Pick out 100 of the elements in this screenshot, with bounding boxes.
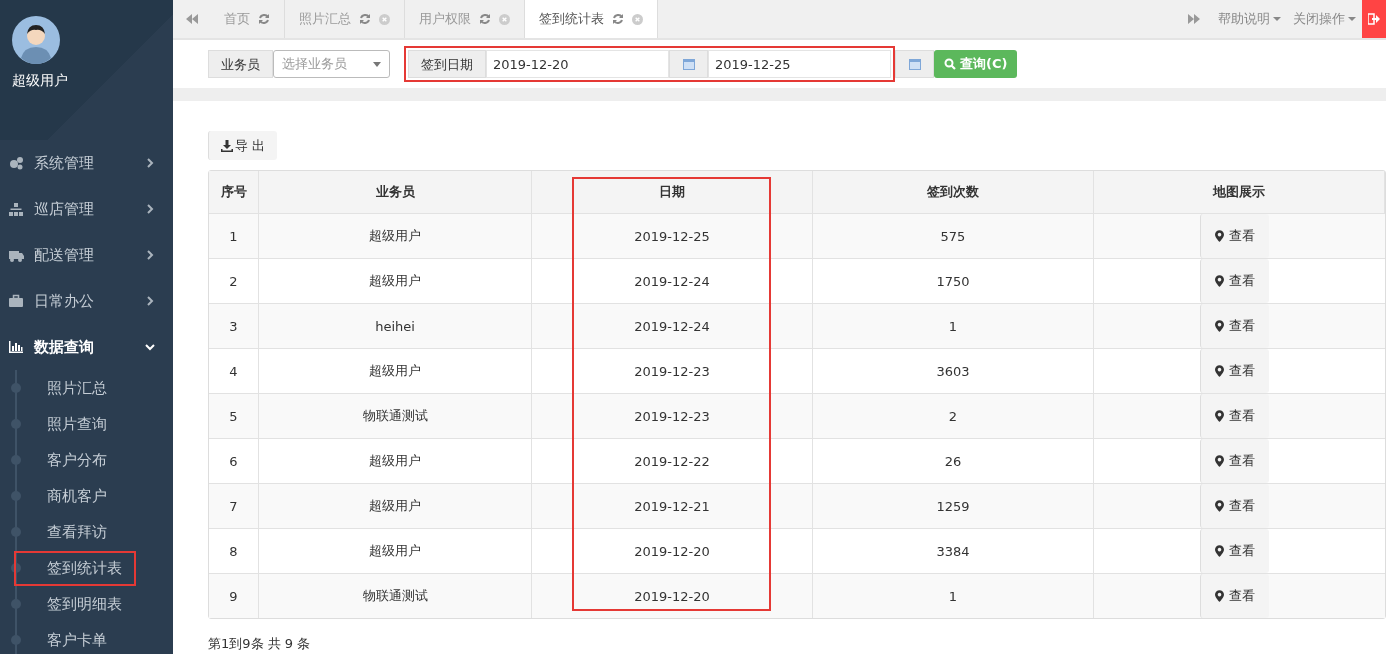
menu-item[interactable]: 巡店管理	[0, 186, 173, 232]
calendar-icon[interactable]	[669, 50, 708, 78]
close-icon[interactable]	[379, 13, 390, 25]
logout-button[interactable]	[1362, 0, 1386, 38]
menu-item[interactable]: 日常办公	[0, 278, 173, 324]
chevron-right-icon	[145, 296, 155, 306]
pagination-info: 第1到9条 共 9 条	[208, 635, 311, 653]
table-cell: 7	[229, 498, 238, 514]
table-cell: 2019-12-24	[634, 318, 710, 334]
submenu-item[interactable]: 照片汇总	[14, 370, 121, 406]
table-cell: 超级用户	[369, 227, 421, 245]
submenu-item[interactable]: 照片查询	[14, 406, 121, 442]
refresh-icon	[359, 13, 371, 25]
gears-icon	[8, 155, 24, 171]
table-cell: 26	[944, 453, 962, 469]
view-map-button[interactable]: 查看	[1200, 349, 1269, 393]
page-tab[interactable]: 签到统计表	[525, 0, 658, 38]
map-marker-icon	[1215, 275, 1224, 287]
map-marker-icon	[1215, 590, 1224, 602]
table-cell: 2	[948, 408, 958, 424]
map-marker-icon	[1215, 545, 1224, 557]
refresh-icon	[612, 13, 624, 25]
table-cell: 9	[229, 588, 238, 604]
user-name: 超级用户	[12, 72, 69, 90]
table-cell: 4	[229, 363, 238, 379]
avatar-icon	[12, 16, 60, 64]
submenu-item[interactable]: 签到明细表	[14, 586, 136, 622]
chevron-right-icon	[145, 204, 155, 214]
table-cell: 575	[940, 228, 966, 244]
menu-item[interactable]: 系统管理	[0, 140, 173, 186]
submenu-item[interactable]: 签到统计表	[14, 550, 136, 586]
refresh-icon	[258, 13, 270, 25]
menu-item[interactable]: 数据查询	[0, 324, 173, 370]
table-cell: 2019-12-21	[634, 498, 710, 514]
map-marker-icon	[1215, 500, 1224, 512]
table-cell: 1	[229, 228, 238, 244]
menu-item[interactable]: 配送管理	[0, 232, 173, 278]
table-cell: 3	[229, 318, 238, 334]
date-label: 签到日期	[408, 50, 486, 78]
submenu-item[interactable]: 客户卡单	[14, 622, 121, 654]
table-cell: 2	[229, 273, 238, 289]
start-date-field[interactable]: 2019-12-20	[486, 50, 669, 78]
table-cell: 物联通测试	[362, 587, 428, 605]
map-marker-icon	[1215, 365, 1224, 377]
table-cell: 8	[229, 543, 238, 559]
close-icon[interactable]	[499, 13, 510, 25]
table-cell: 3384	[936, 543, 970, 559]
view-map-button[interactable]: 查看	[1200, 484, 1269, 528]
calendar-icon[interactable]	[895, 50, 934, 78]
table-cell: 2019-12-25	[634, 228, 710, 244]
search-icon	[944, 58, 956, 70]
download-icon	[221, 139, 233, 152]
table-cell: 6	[229, 453, 238, 469]
table-cell: 2019-12-20	[634, 588, 710, 604]
table-cell: 2019-12-22	[634, 453, 710, 469]
view-map-button[interactable]: 查看	[1200, 214, 1269, 258]
sign-out-icon	[1368, 13, 1380, 25]
table-cell: 超级用户	[369, 452, 421, 470]
double-right-icon	[1187, 14, 1200, 24]
double-left-icon	[185, 14, 198, 24]
submenu-item[interactable]: 商机客户	[14, 478, 121, 514]
table-cell: 1259	[936, 498, 970, 514]
sitemap-icon	[8, 201, 24, 217]
close-icon[interactable]	[632, 13, 643, 25]
table-cell: 超级用户	[369, 362, 421, 380]
view-map-button[interactable]: 查看	[1200, 259, 1269, 303]
salesman-label: 业务员	[208, 50, 273, 78]
table-cell: 3603	[936, 363, 970, 379]
table-cell: heihei	[375, 318, 415, 334]
end-date-field[interactable]: 2019-12-25	[708, 50, 891, 78]
table-cell: 2019-12-23	[634, 408, 710, 424]
table-cell: 1	[948, 588, 958, 604]
map-marker-icon	[1215, 320, 1224, 332]
table-cell: 2019-12-24	[634, 273, 710, 289]
chevron-down-icon	[145, 342, 155, 352]
table-cell: 1	[948, 318, 958, 334]
bar-chart-icon	[8, 339, 24, 355]
table-cell: 1750	[936, 273, 970, 289]
map-marker-icon	[1215, 410, 1224, 422]
chevron-right-icon	[145, 158, 155, 168]
chevron-right-icon	[145, 250, 155, 260]
map-marker-icon	[1215, 230, 1224, 242]
view-map-button[interactable]: 查看	[1200, 439, 1269, 483]
submenu-item[interactable]: 客户分布	[14, 442, 121, 478]
table-cell: 物联通测试	[362, 407, 428, 425]
view-map-button[interactable]: 查看	[1200, 304, 1269, 348]
table-cell: 5	[229, 408, 238, 424]
export-button[interactable]: 导 出	[208, 131, 278, 160]
view-map-button[interactable]: 查看	[1200, 574, 1269, 618]
table-cell: 2019-12-23	[634, 363, 710, 379]
map-marker-icon	[1215, 455, 1224, 467]
table-cell: 超级用户	[369, 542, 421, 560]
view-map-button[interactable]: 查看	[1200, 529, 1269, 573]
view-map-button[interactable]: 查看	[1200, 394, 1269, 438]
refresh-icon	[479, 13, 491, 25]
submenu-item[interactable]: 查看拜访	[14, 514, 121, 550]
table-cell: 超级用户	[369, 497, 421, 515]
briefcase-icon	[8, 293, 24, 309]
table-cell: 2019-12-20	[634, 543, 710, 559]
table-cell: 超级用户	[369, 272, 421, 290]
